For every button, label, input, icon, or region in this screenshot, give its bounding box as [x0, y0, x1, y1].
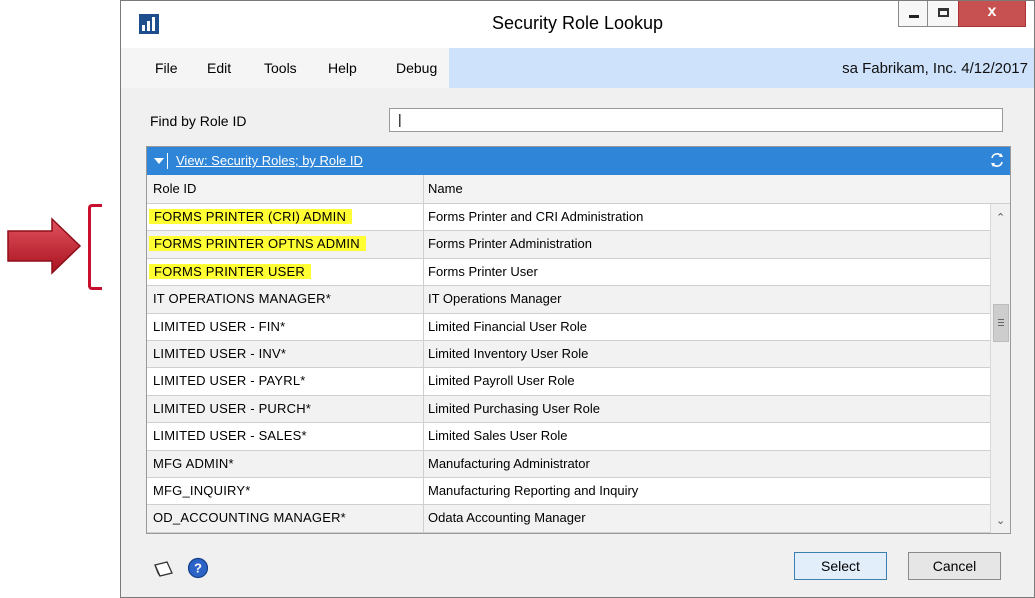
- cancel-button[interactable]: Cancel: [908, 552, 1001, 580]
- table-row[interactable]: LIMITED USER - FIN* Limited Financial Use…: [147, 313, 990, 341]
- annotation-bracket: [88, 204, 102, 290]
- view-selector[interactable]: View: Security Roles; by Role ID: [176, 153, 363, 168]
- role-name-cell: Limited Sales User Role: [428, 428, 568, 444]
- grid-rows: FORMS PRINTER (CRI) ADMIN Forms Printer a…: [147, 204, 990, 533]
- role-id-cell: FORMS PRINTER (CRI) ADMIN: [149, 209, 353, 224]
- help-icon[interactable]: ?: [187, 557, 209, 579]
- table-row[interactable]: LIMITED USER - SALES* Limited Sales User …: [147, 423, 990, 451]
- table-row[interactable]: LIMITED USER - INV* Limited Inventory Use…: [147, 340, 990, 369]
- role-id-cell: LIMITED USER - FIN*: [153, 318, 286, 334]
- role-id-cell: MFG_INQUIRY*: [153, 482, 251, 498]
- find-role-id-input[interactable]: |: [389, 108, 1003, 132]
- role-name-cell: Limited Purchasing User Role: [428, 400, 600, 416]
- role-id-cell: LIMITED USER - PAYRL*: [153, 373, 306, 389]
- column-header-name[interactable]: Name: [428, 181, 463, 196]
- maximize-button[interactable]: [927, 1, 959, 27]
- table-row[interactable]: FORMS PRINTER OPTNS ADMIN Forms Printer A…: [147, 231, 990, 259]
- security-role-lookup-window: Security Role Lookup x File Edit Tools H…: [120, 0, 1035, 598]
- grid-header: Role ID Name: [147, 175, 1010, 204]
- role-id-cell: MFG ADMIN*: [153, 455, 234, 471]
- menu-items: File Edit Tools Help Debug: [121, 48, 449, 88]
- table-row[interactable]: IT OPERATIONS MANAGER* IT Operations Mana…: [147, 286, 990, 314]
- annotation-arrow: [7, 217, 82, 275]
- menu-debug[interactable]: Debug: [396, 60, 437, 76]
- view-dropdown-icon[interactable]: [154, 158, 164, 164]
- role-name-cell: Limited Inventory User Role: [428, 345, 589, 361]
- role-name-cell: Odata Accounting Manager: [428, 510, 586, 526]
- scroll-down-icon[interactable]: ⌄: [996, 514, 1005, 527]
- role-id-cell: OD_ACCOUNTING MANAGER*: [153, 510, 346, 526]
- role-name-cell: Manufacturing Reporting and Inquiry: [428, 482, 639, 498]
- refresh-icon[interactable]: [988, 151, 1006, 169]
- minimize-icon: [909, 15, 919, 18]
- view-separator: [167, 153, 168, 169]
- role-id-cell: IT OPERATIONS MANAGER*: [153, 291, 332, 307]
- role-id-cell: LIMITED USER - SALES*: [153, 428, 307, 444]
- table-row[interactable]: FORMS PRINTER USER Forms Printer User: [147, 258, 990, 287]
- table-row[interactable]: OD_ACCOUNTING MANAGER* Odata Accounting M…: [147, 505, 990, 533]
- scroll-up-icon[interactable]: ⌃: [996, 211, 1005, 224]
- user-context-bar: sa Fabrikam, Inc. 4/12/2017: [449, 48, 1034, 88]
- menu-bar: File Edit Tools Help Debug sa Fabrikam, …: [121, 48, 1034, 88]
- role-name-cell: Manufacturing Administrator: [428, 455, 590, 471]
- menu-help[interactable]: Help: [328, 60, 357, 76]
- table-row[interactable]: MFG_INQUIRY* Manufacturing Reporting and …: [147, 477, 990, 506]
- role-name-cell: Forms Printer User: [428, 263, 538, 279]
- close-icon: x: [987, 3, 997, 20]
- roles-grid: View: Security Roles; by Role ID Role ID…: [146, 146, 1011, 534]
- role-id-cell: LIMITED USER - PURCH*: [153, 400, 312, 416]
- minimize-button[interactable]: [898, 1, 928, 27]
- role-name-cell: IT Operations Manager: [428, 291, 562, 307]
- role-id-cell: FORMS PRINTER OPTNS ADMIN: [149, 236, 366, 252]
- table-row[interactable]: MFG ADMIN* Manufacturing Administrator: [147, 450, 990, 478]
- note-icon[interactable]: [152, 559, 174, 579]
- svg-text:?: ?: [194, 561, 202, 576]
- select-button[interactable]: Select: [794, 552, 887, 580]
- column-divider: [423, 175, 424, 203]
- role-name-cell: Forms Printer and CRI Administration: [428, 209, 644, 224]
- role-name-cell: Limited Financial User Role: [428, 318, 587, 334]
- title-bar: Security Role Lookup x: [121, 1, 1034, 49]
- table-row[interactable]: LIMITED USER - PURCH* Limited Purchasing …: [147, 395, 990, 424]
- table-row[interactable]: FORMS PRINTER (CRI) ADMIN Forms Printer a…: [147, 204, 990, 232]
- role-id-cell: FORMS PRINTER USER: [149, 263, 311, 279]
- menu-file[interactable]: File: [155, 60, 178, 76]
- role-id-cell: LIMITED USER - INV*: [153, 345, 287, 361]
- maximize-icon: [938, 8, 949, 17]
- role-name-cell: Limited Payroll User Role: [428, 373, 575, 389]
- column-header-role-id[interactable]: Role ID: [153, 181, 196, 196]
- role-name-cell: Forms Printer Administration: [428, 236, 592, 252]
- view-bar: View: Security Roles; by Role ID: [147, 147, 1010, 175]
- find-label: Find by Role ID: [150, 113, 247, 129]
- vertical-scrollbar[interactable]: ⌃ ⌄: [990, 204, 1010, 533]
- menu-edit[interactable]: Edit: [207, 60, 231, 76]
- company-info: sa Fabrikam, Inc. 4/12/2017: [842, 60, 1028, 77]
- table-row[interactable]: LIMITED USER - PAYRL* Limited Payroll Use…: [147, 368, 990, 396]
- close-button[interactable]: x: [958, 1, 1026, 27]
- menu-tools[interactable]: Tools: [264, 60, 297, 76]
- scroll-thumb[interactable]: [993, 304, 1009, 342]
